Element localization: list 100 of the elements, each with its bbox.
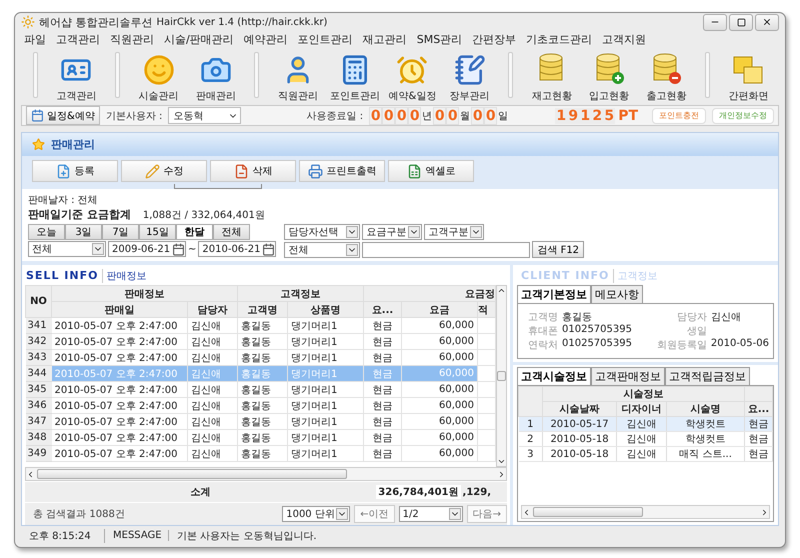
date-unit: 월 [460,110,470,123]
schedule-button[interactable]: 일정&예약 [26,106,100,126]
period-tab[interactable]: 오늘 [28,224,65,240]
column-header: 요... [744,402,772,417]
period-tab[interactable]: 15일 [139,224,176,240]
page-select[interactable]: 1/2 [398,506,463,522]
table-row[interactable]: 347 2010-05-07 오후 2:47:00 김신애 홍길동 댕기머리1 현금 60,000 [26,414,496,430]
page-size-select[interactable]: 1000 단위 [282,506,350,522]
date-from-field[interactable]: 2009-06-21 [108,241,186,258]
user-select[interactable]: 오동혁 [168,107,241,124]
tab[interactable]: 메모사항 [591,285,643,304]
table-cell: 김신애 [188,318,238,334]
toolbar-button[interactable]: 간편화면 [720,47,778,104]
status-time: 오후 8:15:24 [21,528,105,543]
toolbar-button[interactable]: 판매관리 [187,47,244,104]
table-cell: 현금 [364,414,402,430]
user-label: 기본사용자 : [106,110,162,123]
period-tab[interactable]: 전체 [213,224,250,240]
table-cell: 현금 [364,430,402,446]
toolbar-button[interactable]: 예약&일정 [384,47,442,104]
toolbar-button[interactable]: 포인트관리 [326,47,384,104]
table-row[interactable]: 346 2010-05-07 오후 2:47:00 김신애 홍길동 댕기머리1 현금 60,000 [26,398,496,414]
table-cell: 댕기머리1 [288,414,364,430]
menu-item[interactable]: 직원관리 [105,32,159,47]
menu-item[interactable]: 고객지원 [597,32,652,47]
tab[interactable]: 고객시술정보 [517,367,591,386]
table-row[interactable]: 345 2010-05-07 오후 2:47:00 김신애 홍길동 댕기머리1 현금 60,000 [26,382,496,398]
category-select[interactable]: 전체 [284,242,360,258]
table-row[interactable]: 344 2010-05-07 오후 2:47:00 김신애 홍길동 댕기머리1 현금 60,000 [26,366,496,382]
action-button[interactable]: 프린트출력 [299,160,385,182]
table-cell: 김신애 [616,446,666,462]
toolbar-button[interactable]: 장부관리 [441,47,498,104]
table-cell: 현금 [364,318,402,334]
window-subtitle: HairCkk ver 1.4 (http://hair.ckk.kr) [156,16,328,28]
menu-item[interactable]: 고객관리 [51,32,105,47]
table-cell: 60,000 [402,398,478,414]
menu-item[interactable]: SMS관리 [412,32,468,47]
menu-item[interactable]: 파일 [19,32,51,47]
action-button[interactable]: 엑셀로 [388,160,474,182]
table-row[interactable]: 348 2010-05-07 오후 2:47:00 김신애 홍길동 댕기머리1 현금 60,000 [26,430,496,446]
row-number: 346 [26,398,52,414]
table-row[interactable]: 349 2010-05-07 오후 2:47:00 김신애 홍길동 댕기머리1 현금 60,000 [26,446,496,462]
toolbar-button[interactable]: 출고현황 [638,47,695,104]
table-row[interactable]: 342 2010-05-07 오후 2:47:00 김신애 홍길동 댕기머리1 현금 60,000 [26,334,496,350]
menu-item[interactable]: 기초코드관리 [521,32,598,47]
previous-button[interactable]: ←이전 [354,505,395,524]
row-number: 349 [26,446,52,462]
table-cell: 현금 [744,416,772,432]
edit-profile-button[interactable]: 개인정보수정 [712,108,774,124]
fee-type-select[interactable]: 요금구분 [362,224,422,240]
toolbar-button[interactable]: 재고현황 [523,47,580,104]
menu-item[interactable]: 재고관리 [358,32,412,47]
search-button[interactable]: 검색 F12 [532,241,584,258]
toolbar-button[interactable]: 시술관리 [130,47,188,104]
table-cell: 2010-05-07 오후 2:47:00 [52,414,188,430]
menu-item[interactable]: 간편장부 [467,32,522,47]
table-cell: 현금 [364,366,402,382]
menu-item[interactable]: 포인트관리 [292,32,358,47]
table-row[interactable]: 343 2010-05-07 오후 2:47:00 김신애 홍길동 댕기머리1 현금 60,000 [26,350,496,366]
tab[interactable]: 고객기본정보 [517,285,591,304]
row-number: 347 [26,414,52,430]
period-tab[interactable]: 7일 [102,224,139,240]
column-group-header: 요금정 [364,286,496,302]
toolbar-button[interactable]: 직원관리 [269,47,327,104]
column-group-header: 시술정보 [542,386,745,402]
date-unit: 일 [498,110,508,123]
column-group-header: 판매정보 [52,286,238,302]
field-value: 01025705395 [562,338,633,352]
table-row[interactable]: 3 2010-05-18 김신애 매직 스트... 현금 [518,446,772,462]
period-tab[interactable]: 3일 [65,224,102,240]
table-cell: 홍길동 [238,366,288,382]
tab[interactable]: 고객판매정보 [591,367,665,386]
toolbar-button[interactable]: 고객관리 [48,47,106,104]
toolbar-button[interactable]: 입고현황 [580,47,638,104]
tab[interactable]: 고객적립금정보 [665,367,750,386]
table-cell: 댕기머리1 [288,334,364,350]
action-button[interactable]: 수정 [121,160,207,182]
customer-type-select[interactable]: 고객구분 [424,224,484,240]
table-row[interactable]: 1 2010-05-17 김신애 학생컷트 현금 [518,416,772,432]
period-tab[interactable]: 한달 [176,224,213,240]
column-group-header: 고객정보 [238,286,364,302]
menu-item[interactable]: 시술/판매관리 [159,32,239,47]
range-select[interactable]: 전체 [28,241,106,258]
table-row[interactable]: 2 2010-05-18 김신애 학생컷트 현금 [518,432,772,447]
table-cell: 홍길동 [238,430,288,446]
staff-select[interactable]: 담당자선택 [284,224,360,240]
date-to-field[interactable]: 2010-06-21 [198,241,276,258]
section-title: CLIENT INFO [521,269,610,282]
action-button[interactable]: 삭제 [210,160,296,182]
menu-item[interactable]: 예약관리 [238,32,293,47]
row-number: 342 [26,334,52,350]
end-date-label: 사용종료일 : [306,110,364,123]
next-button[interactable]: 다음→ [466,505,507,524]
table-cell: 김신애 [188,398,238,414]
field-label: 휴대폰 [527,325,558,338]
table-cell: 60,000 [402,366,478,382]
table-cell: 현금 [364,398,402,414]
table-row[interactable]: 341 2010-05-07 오후 2:47:00 김신애 홍길동 댕기머리1 현금 60,000 [26,318,496,334]
table-cell: 2010-05-07 오후 2:47:00 [52,366,188,382]
action-button[interactable]: 등록 [32,160,118,182]
